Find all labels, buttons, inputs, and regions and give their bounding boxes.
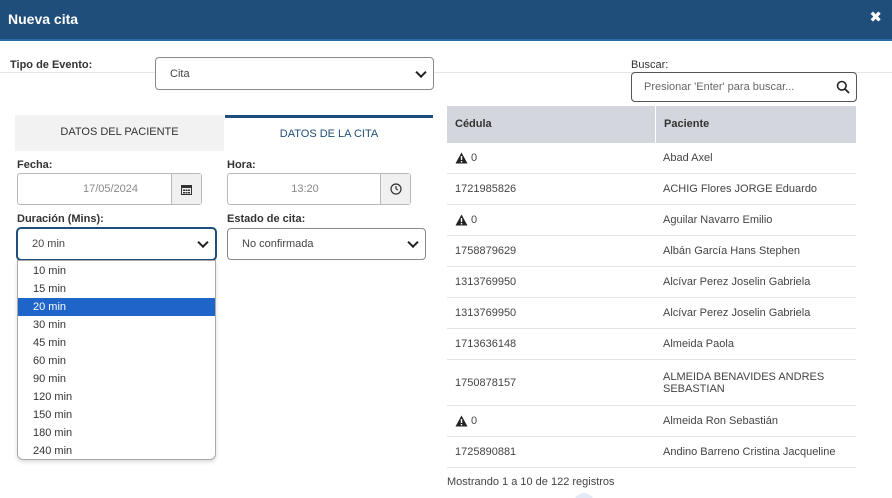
cedula-cell: 0 xyxy=(447,143,655,173)
estado-select[interactable]: No confirmada xyxy=(227,228,426,260)
duration-option[interactable]: 120 min xyxy=(18,388,215,406)
calendar-button[interactable] xyxy=(171,174,201,204)
paciente-cell: Aguilar Navarro Emilio xyxy=(663,214,773,226)
cedula-value: 0 xyxy=(471,152,478,164)
cedula-cell: 1725890881 xyxy=(447,437,655,467)
patients-table: Cédula Paciente 0 Abad Axel 1721985826 ACHI… xyxy=(447,106,856,468)
estado-label: Estado de cita: xyxy=(227,213,306,225)
cedula-cell: 1750878157 xyxy=(447,360,655,405)
paciente-cell: Almeida Paola xyxy=(663,338,734,350)
chevron-down-icon xyxy=(415,66,427,78)
clock-button[interactable] xyxy=(380,174,410,204)
hora-input[interactable]: 13:20 xyxy=(227,173,411,205)
cedula-value: 0 xyxy=(471,415,478,427)
duracion-select[interactable]: 20 min xyxy=(17,228,216,260)
modal-title: Nueva cita xyxy=(8,11,79,27)
warning-icon xyxy=(455,152,468,164)
chevron-down-icon xyxy=(407,236,419,249)
event-type-label: Tipo de Evento: xyxy=(10,59,93,71)
search-input[interactable]: Presionar 'Enter' para buscar... xyxy=(631,72,857,102)
paciente-cell: Alcívar Perez Joselin Gabriela xyxy=(663,307,811,319)
cedula-cell: 0 xyxy=(447,205,655,235)
table-body: 0 Abad Axel 1721985826 ACHIG Flores JORGE E… xyxy=(447,143,856,468)
warning-icon xyxy=(455,214,468,226)
cedula-value: 1713636148 xyxy=(455,338,517,350)
event-type-select[interactable]: Cita xyxy=(155,57,434,90)
search-icon[interactable] xyxy=(836,80,850,94)
estado-value: No confirmada xyxy=(242,238,314,250)
paciente-cell: Andino Barreno Cristina Jacqueline xyxy=(663,446,836,458)
paciente-cell: Abad Axel xyxy=(663,152,713,164)
table-row[interactable]: 0 Almeida Ron Sebastián xyxy=(447,406,856,437)
cedula-cell: 1713636148 xyxy=(447,329,655,359)
tab-datos-cita[interactable]: DATOS DE LA CITA xyxy=(225,115,433,151)
pagination-indicator[interactable] xyxy=(574,493,594,498)
paciente-cell: Alcívar Perez Joselin Gabriela xyxy=(663,276,811,288)
event-type-value: Cita xyxy=(170,67,190,80)
cedula-cell: 0 xyxy=(447,406,655,436)
duration-option[interactable]: 15 min xyxy=(18,280,215,298)
paciente-cell: Albán García Hans Stephen xyxy=(663,245,800,257)
cedula-value: 1725890881 xyxy=(455,446,517,458)
cedula-cell: 1313769950 xyxy=(447,267,655,297)
table-row[interactable]: 0 Aguilar Navarro Emilio xyxy=(447,205,856,236)
cedula-cell: 1313769950 xyxy=(447,298,655,328)
tab-datos-paciente[interactable]: DATOS DEL PACIENTE xyxy=(15,115,224,151)
duration-option[interactable]: 240 min xyxy=(18,442,215,460)
hora-value: 13:20 xyxy=(291,183,319,195)
column-header-paciente[interactable]: Paciente xyxy=(655,106,856,143)
table-row[interactable]: 1758879629 Albán García Hans Stephen xyxy=(447,236,856,267)
clock-icon xyxy=(389,183,402,195)
cedula-value: 0 xyxy=(471,214,478,226)
warning-icon xyxy=(455,415,468,427)
close-icon[interactable]: ✖ xyxy=(869,8,882,26)
paciente-cell: ACHIG Flores JORGE Eduardo xyxy=(663,183,818,195)
table-row[interactable]: 1313769950 Alcívar Perez Joselin Gabriela xyxy=(447,267,856,298)
table-row[interactable]: 1713636148 Almeida Paola xyxy=(447,329,856,360)
fecha-label: Fecha: xyxy=(17,159,53,171)
fecha-input[interactable]: 17/05/2024 xyxy=(17,173,202,205)
search-placeholder: Presionar 'Enter' para buscar... xyxy=(644,81,795,93)
duration-option[interactable]: 20 min xyxy=(18,298,215,316)
search-label: Buscar: xyxy=(631,59,669,71)
cedula-value: 1721985826 xyxy=(455,183,517,195)
chevron-down-icon xyxy=(197,236,209,249)
table-row[interactable]: 1750878157 ALMEIDA BENAVIDES ANDRES SEBAS… xyxy=(447,360,856,406)
calendar-icon xyxy=(181,184,192,195)
duration-option[interactable]: 90 min xyxy=(18,370,215,388)
table-row[interactable]: 1725890881 Andino Barreno Cristina Jacque… xyxy=(447,437,856,468)
hora-label: Hora: xyxy=(227,159,256,171)
table-header: Cédula Paciente xyxy=(447,106,856,143)
duration-option[interactable]: 150 min xyxy=(18,406,215,424)
cedula-value: 1750878157 xyxy=(455,376,517,389)
modal-header: Nueva cita ✖ xyxy=(0,0,892,41)
cedula-value: 1313769950 xyxy=(455,276,517,288)
cedula-cell: 1758879629 xyxy=(447,236,655,266)
table-info: Mostrando 1 a 10 de 122 registros xyxy=(447,476,615,488)
table-row[interactable]: 1721985826 ACHIG Flores JORGE Eduardo xyxy=(447,174,856,205)
duracion-label: Duración (Mins): xyxy=(17,213,104,225)
paciente-cell: Almeida Ron Sebastián xyxy=(663,415,778,427)
cedula-value: 1313769950 xyxy=(455,307,517,319)
duration-option[interactable]: 60 min xyxy=(18,352,215,370)
table-row[interactable]: 1313769950 Alcívar Perez Joselin Gabriela xyxy=(447,298,856,329)
column-header-cedula[interactable]: Cédula xyxy=(447,106,655,143)
duration-option[interactable]: 45 min xyxy=(18,334,215,352)
table-row[interactable]: 0 Abad Axel xyxy=(447,143,856,174)
duracion-value: 20 min xyxy=(32,238,66,250)
duration-dropdown-list: 10 min 15 min 20 min 30 min 45 min 60 min 90 m… xyxy=(17,260,216,460)
paciente-cell: ALMEIDA BENAVIDES ANDRES SEBASTIAN xyxy=(663,370,825,395)
duration-option[interactable]: 30 min xyxy=(18,316,215,334)
duration-option[interactable]: 180 min xyxy=(18,424,215,442)
cedula-cell: 1721985826 xyxy=(447,174,655,204)
cedula-value: 1758879629 xyxy=(455,245,517,257)
duration-option[interactable]: 10 min xyxy=(18,262,215,280)
